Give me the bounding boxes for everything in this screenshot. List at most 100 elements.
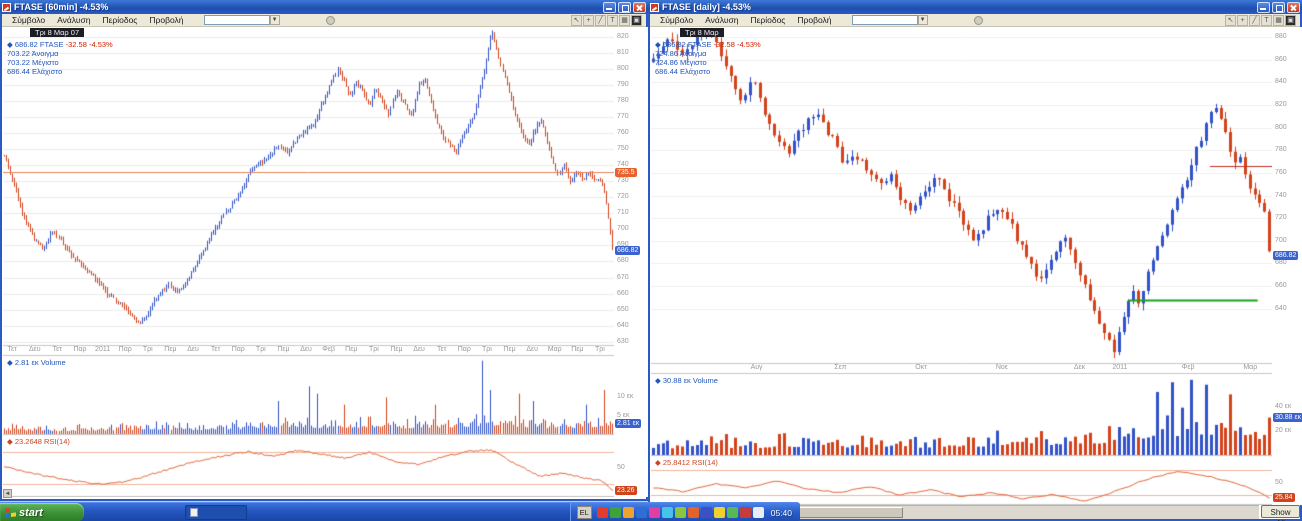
y-axis-tick: 760: [1275, 169, 1287, 176]
tray-icon[interactable]: [597, 507, 608, 518]
tray-icon[interactable]: [753, 507, 764, 518]
trendline-icon[interactable]: ╱: [1249, 15, 1260, 26]
x-axis-tick: Τετ: [7, 346, 16, 353]
y-axis-tick: 700: [617, 225, 629, 232]
time-axis: ΑυγΣεπΟκτΝοεΔεκ2011ΦεβΜαρ: [651, 364, 1272, 374]
tray-icon[interactable]: [662, 507, 673, 518]
text-icon[interactable]: T: [1261, 15, 1272, 26]
tray-icon[interactable]: [610, 507, 621, 518]
volume-indicator-label: ◆ 30.88 εκ Volume: [655, 376, 718, 385]
grid-icon[interactable]: ▦: [1273, 15, 1284, 26]
taskbar-task-button[interactable]: [185, 505, 247, 520]
x-axis-tick: Δευ: [187, 346, 199, 353]
tray-icon[interactable]: [714, 507, 725, 518]
x-axis-tick: Πεμ: [571, 346, 583, 353]
symbol-input[interactable]: [852, 15, 918, 25]
x-axis-tick: Παρ: [73, 346, 86, 353]
y-axis-tick: 720: [1275, 214, 1287, 221]
text-icon[interactable]: T: [607, 15, 618, 26]
minimize-button[interactable]: [1257, 2, 1270, 13]
titlebar[interactable]: FTASE [daily] -4.53%: [648, 0, 1302, 14]
tray-icon[interactable]: [675, 507, 686, 518]
chevron-down-icon[interactable]: ▼: [270, 15, 280, 25]
taskbar-clock[interactable]: 05:40: [771, 508, 792, 518]
x-axis-tick: Πεμ: [345, 346, 357, 353]
crosshair-icon[interactable]: +: [1237, 15, 1248, 26]
price-volume-rsi-canvas[interactable]: [651, 27, 1272, 505]
x-axis-tick: Πεμ: [164, 346, 176, 353]
pointer-icon[interactable]: ↖: [571, 15, 582, 26]
tray-icon[interactable]: [740, 507, 751, 518]
y-axis-tick: 780: [617, 97, 629, 104]
tray-icon[interactable]: [688, 507, 699, 518]
window-ftase-daily: FTASE [daily] -4.53% ΣύμβολοΑνάλυσηΠερίο…: [648, 0, 1302, 521]
x-axis-tick: 2011: [95, 346, 110, 353]
app-icon: [2, 3, 11, 12]
chevron-down-icon[interactable]: ▼: [918, 15, 928, 25]
tray-icon[interactable]: [727, 507, 738, 518]
minimize-button[interactable]: [603, 2, 616, 13]
symbol-input[interactable]: [204, 15, 270, 25]
x-axis-tick: Τρι: [256, 346, 266, 353]
tray-icon[interactable]: [636, 507, 647, 518]
save-icon[interactable]: ▣: [631, 15, 642, 26]
crosshair-icon[interactable]: +: [583, 15, 594, 26]
price-volume-rsi-canvas[interactable]: [3, 27, 614, 497]
x-axis-tick: Φεβ: [322, 346, 335, 353]
y-axis-tick: 640: [1275, 305, 1287, 312]
x-axis-tick: Φεβ: [1182, 364, 1195, 371]
rsi-axis-tick: 50: [1275, 479, 1283, 486]
x-axis-tick: Δευ: [526, 346, 538, 353]
language-indicator[interactable]: EL: [577, 506, 592, 519]
tray-icon[interactable]: [701, 507, 712, 518]
volume-value-box: 30.88 εκ: [1273, 413, 1302, 422]
start-button[interactable]: start: [0, 503, 84, 521]
date-tooltip: Τρι 8 Μαρ: [680, 28, 724, 37]
x-axis-tick: Τρι: [143, 346, 153, 353]
menu-item-3[interactable]: Προβολή: [143, 15, 189, 25]
grid-icon[interactable]: ▦: [619, 15, 630, 26]
menu-item-2[interactable]: Περίοδος: [96, 15, 143, 25]
y-axis-tick: 880: [1275, 33, 1287, 40]
x-axis-tick: Σεπ: [834, 364, 846, 371]
menu-item-1[interactable]: Ανάλυση: [51, 15, 96, 25]
y-axis-tick: 760: [617, 129, 629, 136]
y-axis-tick: 860: [1275, 56, 1287, 63]
scroll-left-button[interactable]: ◄: [3, 489, 12, 498]
restore-button[interactable]: [618, 2, 631, 13]
y-axis-tick: 710: [617, 209, 629, 216]
rsi-value-box: 23.26: [615, 486, 637, 495]
show-all-button[interactable]: Show All: [1261, 505, 1300, 518]
menu-item-0[interactable]: Σύμβολο: [654, 15, 699, 25]
window-title: FTASE [60min] -4.53%: [14, 2, 600, 12]
titlebar[interactable]: FTASE [60min] -4.53%: [0, 0, 648, 14]
save-icon[interactable]: ▣: [1285, 15, 1296, 26]
app-icon: [650, 3, 659, 12]
y-axis-tick: 680: [1275, 259, 1287, 266]
menu-item-2[interactable]: Περίοδος: [744, 15, 791, 25]
menu-item-0[interactable]: Σύμβολο: [6, 15, 51, 25]
restore-button[interactable]: [1272, 2, 1285, 13]
close-button[interactable]: [1287, 2, 1300, 13]
y-axis-tick: 640: [617, 322, 629, 329]
y-axis-tick: 680: [617, 257, 629, 264]
close-button[interactable]: [633, 2, 646, 13]
tray-icon[interactable]: [623, 507, 634, 518]
pointer-icon[interactable]: ↖: [1225, 15, 1236, 26]
x-axis-tick: Πεμ: [503, 346, 515, 353]
y-axis-tick: 660: [617, 290, 629, 297]
tray-icon[interactable]: [649, 507, 660, 518]
volume-axis-tick: 10 εκ: [617, 393, 633, 400]
trendline-icon[interactable]: ╱: [595, 15, 606, 26]
y-axis-tick: 650: [617, 306, 629, 313]
x-axis-tick: Μαρ: [1243, 364, 1257, 371]
y-axis-tick: 670: [617, 274, 629, 281]
rsi-axis-tick: 50: [617, 464, 625, 471]
y-axis-tick: 700: [1275, 237, 1287, 244]
search-icon[interactable]: [974, 16, 983, 25]
menu-item-1[interactable]: Ανάλυση: [699, 15, 744, 25]
volume-value-box: 2.81 εκ: [615, 419, 641, 428]
x-axis-tick: Τρι: [482, 346, 492, 353]
search-icon[interactable]: [326, 16, 335, 25]
menu-item-3[interactable]: Προβολή: [791, 15, 837, 25]
